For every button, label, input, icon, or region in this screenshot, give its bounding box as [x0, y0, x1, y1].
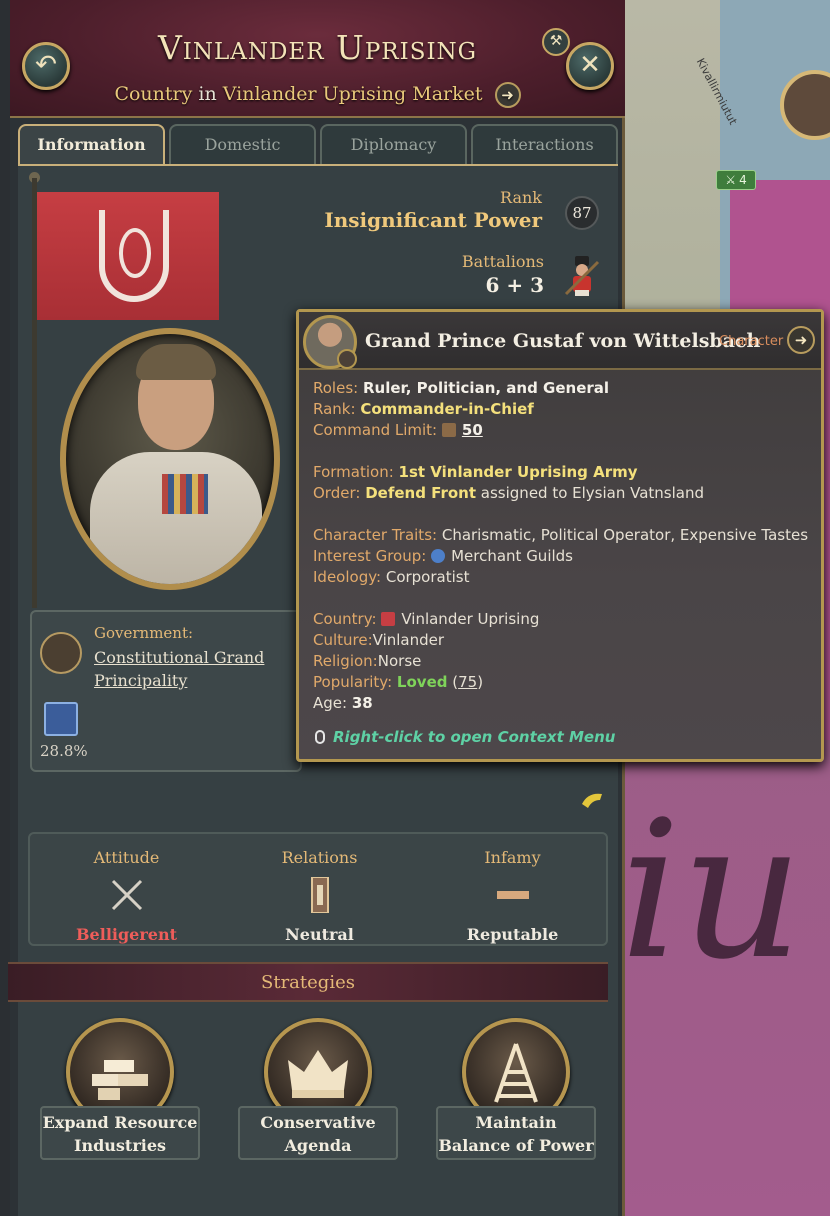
market-link[interactable]: Vinlander Uprising Market [223, 83, 483, 105]
tooltip-body: Roles: Ruler, Politician, and General Ra… [313, 378, 813, 714]
character-name: Grand Prince Gustaf von Wittelsbach [365, 330, 761, 352]
country-value: Vinlander Uprising [401, 610, 540, 628]
formation-row: Formation: 1st Vinlander Uprising Army [313, 463, 638, 481]
diplomatic-stance-box: Attitude Belligerent Relations Neutral I… [28, 832, 608, 946]
go-to-market-icon[interactable]: ➜ [494, 82, 521, 108]
relations-label: Relations [281, 848, 358, 867]
map-army-chip[interactable]: ⚔ 4 [716, 170, 756, 190]
merchant-guilds-icon [431, 549, 446, 563]
page-title: Vinlander Uprising [157, 28, 478, 67]
country-flag-icon [381, 612, 396, 626]
infamy-value: Reputable [466, 925, 559, 944]
relations-value: Neutral [285, 925, 354, 944]
battalions-label: Battalions [461, 252, 544, 271]
context-menu-hint: Right-click to open Context Menu [315, 728, 615, 746]
tooltip-header: Grand Prince Gustaf von Wittelsbach Char… [299, 312, 821, 370]
tab-information[interactable]: Information [18, 124, 165, 166]
battalion-icon [441, 423, 456, 437]
strategy-label: Conservative Agenda [238, 1106, 398, 1160]
order-suffix: assigned to Elysian Vatnsland [480, 484, 705, 502]
popularity-value: Loved [396, 673, 448, 691]
battalions-value: 6 + 3 [485, 273, 544, 297]
crossed-swords-icon [111, 879, 142, 911]
government-icon[interactable] [40, 632, 82, 674]
ideology-row: Ideology: Corporatist [313, 568, 470, 586]
legitimacy-value: 28.8% [40, 742, 88, 760]
relations-bar-icon [310, 876, 329, 914]
traits-value: Charismatic, Political Operator, Expensi… [441, 526, 809, 544]
strategy-conservative-agenda[interactable]: Conservative Agenda [238, 1018, 398, 1160]
rank-number-badge[interactable]: 87 [565, 196, 599, 230]
horn-icon[interactable] [580, 790, 606, 810]
portrait-medals [162, 474, 208, 514]
ideology-value: Corporatist [385, 568, 470, 586]
culture-row: Culture:Vinlander [313, 631, 445, 649]
open-character-icon[interactable]: ➜ [787, 326, 815, 354]
soldier-icon[interactable] [562, 254, 602, 298]
order-value: Defend Front [365, 484, 477, 502]
infamy-column[interactable]: Infamy Reputable [416, 848, 609, 944]
formation-value: 1st Vinlander Uprising Army [398, 463, 638, 481]
popularity-number[interactable]: 75 [458, 673, 477, 691]
relations-column[interactable]: Relations Neutral [223, 848, 416, 944]
tab-bar: Information Domestic Diplomacy Interacti… [18, 124, 618, 166]
command-limit-row: Command Limit: 50 [313, 421, 483, 439]
general-badge-icon [337, 349, 357, 369]
mouse-icon [315, 730, 325, 744]
roles-value: Ruler, Politician, and General [362, 379, 610, 397]
rank-label: Rank [500, 188, 542, 207]
culture-value: Vinlander [372, 631, 445, 649]
age-value: 38 [351, 694, 373, 712]
government-type-link[interactable]: Constitutional Grand Principality [94, 646, 294, 692]
order-row: Order: Defend Front assigned to Elysian … [313, 484, 705, 502]
strategy-maintain-balance-of-power[interactable]: Maintain Balance of Power [436, 1018, 596, 1160]
popularity-row: Popularity: Loved (75) [313, 673, 484, 691]
country-row: Country: Vinlander Uprising [313, 610, 540, 628]
map-country-name: iu [620, 780, 804, 1001]
subtitle-kind: Country [114, 83, 193, 105]
strategies-header: Strategies [8, 962, 608, 1002]
strategy-expand-resource-industries[interactable]: Expand Resource Industries [40, 1018, 200, 1160]
portrait-hair [136, 344, 216, 380]
strategy-label: Maintain Balance of Power [436, 1106, 596, 1160]
strategy-label: Expand Resource Industries [40, 1106, 200, 1160]
tooltip-kind: Character [719, 334, 784, 349]
portrait-uniform [90, 452, 262, 584]
subtitle: Country in Vinlander Uprising Market ➜ [10, 82, 625, 108]
interest-group-row: Interest Group: Merchant Guilds [313, 547, 573, 565]
tab-diplomacy[interactable]: Diplomacy [320, 124, 467, 166]
infamy-bar-icon [496, 891, 529, 899]
tab-domestic[interactable]: Domestic [169, 124, 316, 166]
subtitle-in: in [198, 83, 217, 105]
army-icon: ⚔ [725, 173, 737, 187]
command-limit-value[interactable]: 50 [462, 421, 483, 439]
government-label: Government: [94, 624, 194, 642]
rank-value: Insignificant Power [324, 208, 542, 232]
attitude-column[interactable]: Attitude Belligerent [30, 848, 223, 944]
interest-group-value: Merchant Guilds [451, 547, 573, 565]
ruler-portrait[interactable] [60, 328, 280, 590]
religion-row: Religion:Norse [313, 652, 422, 670]
panel-header: ↶ ✕ ⚒ Vinlander Uprising Country in Vinl… [10, 0, 625, 118]
flag-knot-icon [119, 228, 151, 278]
attitude-value: Belligerent [76, 925, 177, 944]
traits-row: Character Traits: Charismatic, Political… [313, 526, 809, 544]
roles-row: Roles: Ruler, Politician, and General [313, 379, 610, 397]
character-tooltip: Grand Prince Gustaf von Wittelsbach Char… [296, 309, 824, 762]
religion-value: Norse [377, 652, 422, 670]
attitude-label: Attitude [93, 848, 160, 867]
army-count: 4 [739, 173, 747, 187]
infamy-label: Infamy [484, 848, 541, 867]
tab-interactions[interactable]: Interactions [471, 124, 618, 166]
age-row: Age: 38 [313, 694, 373, 712]
rank-value: Commander-in-Chief [360, 400, 534, 418]
country-flag[interactable] [37, 192, 219, 320]
rank-row: Rank: Commander-in-Chief [313, 400, 534, 418]
legitimacy-icon[interactable] [44, 702, 78, 736]
government-box: Government: Constitutional Grand Princip… [30, 610, 302, 772]
